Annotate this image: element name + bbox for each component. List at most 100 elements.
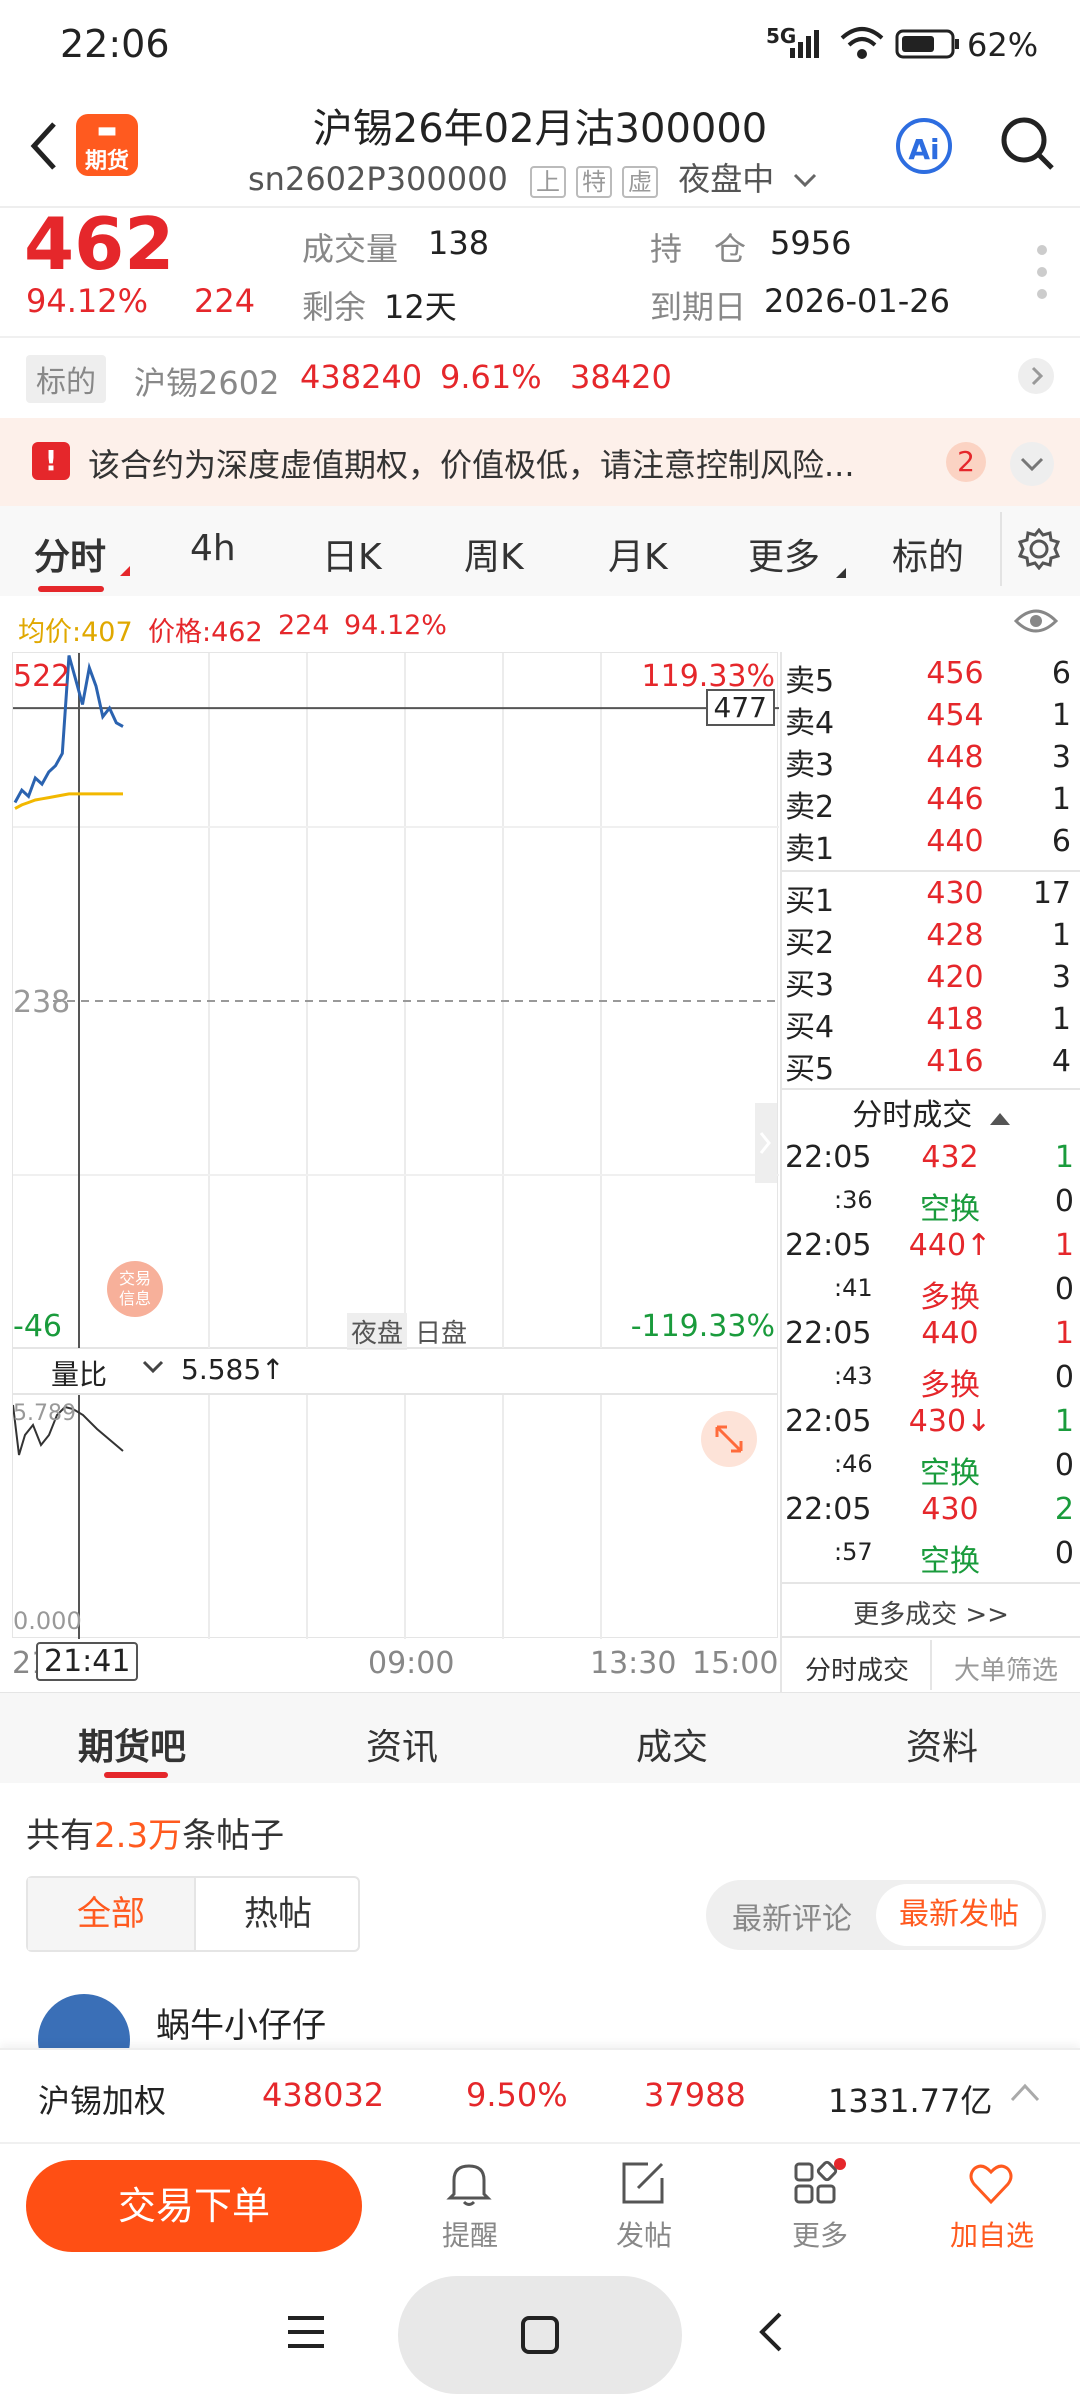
ask-row[interactable]: 卖1 440 6 (785, 824, 1075, 867)
trade-qty: 1 (1054, 1228, 1074, 1263)
trades-header[interactable]: 分时成交 (782, 1090, 1080, 1136)
nav-watchlist-label[interactable]: 加自选 (932, 2214, 1052, 2254)
caret-up-icon (989, 1113, 1010, 1125)
session-day-label: 日盘 (415, 1319, 468, 1349)
tab-info[interactable]: 资料 (906, 1718, 978, 1770)
bid-qty: 1 (1051, 918, 1071, 953)
chevron-down-icon (141, 1357, 165, 1381)
tab-deals[interactable]: 成交 (636, 1718, 708, 1770)
ask-row[interactable]: 卖3 448 3 (785, 740, 1075, 783)
tab-4h[interactable]: 4h (190, 528, 236, 569)
trade-order-button[interactable]: 交易下单 (26, 2160, 362, 2252)
tab-daily[interactable]: 日K (322, 528, 382, 580)
tag-special: 特 (576, 166, 613, 198)
index-change: 37988 (644, 2076, 746, 2114)
avg-price-line (14, 792, 123, 810)
trade-seconds: :57 (834, 1538, 873, 1566)
tab-monthly[interactable]: 月K (608, 528, 668, 580)
menu-icon[interactable] (286, 2314, 326, 2354)
ask-qty: 6 (1051, 824, 1071, 859)
bid-price: 416 (926, 1044, 984, 1079)
index-price: 438032 (262, 2076, 385, 2114)
warning-text: 该合约为深度虚值期权，价值极低，请注意控制风险... (88, 446, 855, 484)
post-username[interactable]: 蜗牛小仔仔 (156, 1998, 326, 2047)
index-bar[interactable]: 沪锡加权 438032 9.50% 37988 1331.77亿 (0, 2048, 1080, 2144)
grid-more-icon[interactable] (792, 2158, 846, 2212)
post-count-prefix: 共有 (26, 1816, 94, 1856)
expiry-value: 2026-01-26 (764, 282, 950, 320)
eye-icon[interactable] (1013, 606, 1059, 643)
trade-qty: 2 (1054, 1492, 1074, 1527)
home-button[interactable] (398, 2276, 682, 2394)
price-chart[interactable]: 522 238 -46 119.33% -119.33% 477 夜盘 日盘 交… (12, 652, 779, 1350)
more-vertical-icon[interactable] (1036, 244, 1048, 304)
ask-row[interactable]: 卖5 456 6 (785, 656, 1075, 699)
volume-ratio-chart[interactable]: 5.789 0.000 (12, 1394, 778, 1639)
filter-hot[interactable]: 热帖 (196, 1878, 360, 1950)
bid-row[interactable]: 买3 420 3 (785, 960, 1075, 1003)
chevron-down-icon[interactable] (1010, 442, 1054, 486)
session-status: 夜盘中 (678, 160, 775, 198)
divider (782, 1582, 1080, 1584)
tab-news[interactable]: 资讯 (366, 1718, 438, 1770)
ask-label: 卖3 (785, 748, 835, 783)
tab-big-orders[interactable]: 大单筛选 (932, 1650, 1080, 1687)
tab-forum[interactable]: 期货吧 (78, 1718, 186, 1770)
nav-more-label[interactable]: 更多 (760, 2214, 880, 2254)
ask-label: 卖1 (785, 832, 835, 867)
tab-weekly[interactable]: 周K (464, 528, 524, 580)
sort-latest-post[interactable]: 最新发帖 (876, 1884, 1042, 1946)
tab-intraday[interactable]: 分时 (34, 528, 106, 580)
bid-row[interactable]: 买2 428 1 (785, 918, 1075, 961)
nav-post-label[interactable]: 发帖 (584, 2214, 704, 2254)
trade-price: 440 (921, 1316, 979, 1351)
divider (782, 1636, 1080, 1638)
heart-icon[interactable] (966, 2158, 1016, 2212)
expiry-label: 到期日 (650, 288, 747, 326)
settings-gear-icon[interactable] (1017, 527, 1061, 574)
x-label-1500: 15:00 (692, 1646, 779, 1681)
risk-warning-banner[interactable]: ! 该合约为深度虚值期权，价值极低，请注意控制风险... 2 (0, 418, 1080, 506)
more-trades-link[interactable]: 更多成交 >> (782, 1594, 1080, 1631)
tab-underlying[interactable]: 标的 (892, 528, 964, 580)
tab-more[interactable]: 更多 (748, 528, 820, 580)
sort-latest-comment[interactable]: 最新评论 (732, 1894, 852, 1938)
bid-row[interactable]: 买4 418 1 (785, 1002, 1075, 1045)
back-nav-icon[interactable] (756, 2310, 786, 2358)
ask-row[interactable]: 卖2 446 1 (785, 782, 1075, 825)
page-title: 沪锡26年02月沽300000 (312, 106, 768, 152)
post-filter: 全部 热帖 (26, 1876, 360, 1952)
bell-icon[interactable] (444, 2158, 494, 2212)
battery-icon (895, 28, 961, 64)
side-panel-handle[interactable] (755, 1103, 777, 1183)
bid-row[interactable]: 买1 430 17 (785, 876, 1075, 919)
ask-label: 卖4 (785, 706, 835, 741)
trade-time: 22:05 (785, 1228, 872, 1263)
session-night-label: 夜盘 (347, 1313, 408, 1350)
indicator-select[interactable]: 量比 (51, 1353, 107, 1393)
search-icon[interactable] (998, 114, 1058, 178)
ask-row[interactable]: 卖4 454 1 (785, 698, 1075, 741)
post-count-suffix: 条帖子 (182, 1816, 285, 1856)
underlying-row[interactable]: 标的 沪锡2602 438240 9.61% 38420 (0, 340, 1080, 414)
chevron-up-icon[interactable] (1008, 2080, 1042, 2108)
subtitle-row[interactable]: sn2602P300000 上特虚 夜盘中 (248, 154, 848, 200)
remaining-label: 剩余 (302, 288, 367, 326)
filter-all[interactable]: 全部 (28, 1878, 194, 1950)
bid-row[interactable]: 买5 416 4 (785, 1044, 1075, 1087)
bid-label: 买5 (785, 1052, 835, 1087)
expand-icon[interactable] (701, 1411, 757, 1467)
nav-alert-label[interactable]: 提醒 (410, 2214, 530, 2254)
quote-summary: 462 94.12% 224 成交量 138 剩余 12天 持 仓 5956 到… (0, 202, 1080, 336)
trade-info-badge[interactable]: 交易 信息 (107, 1261, 163, 1317)
edit-icon[interactable] (618, 2158, 668, 2212)
tab-trades[interactable]: 分时成交 (782, 1650, 932, 1687)
trade-action: 多换 (920, 1280, 980, 1315)
battery-level: 62% (967, 26, 1039, 64)
trade-seconds: :43 (834, 1362, 873, 1390)
indicator-selector-row[interactable]: 量比 5.585↑ (12, 1348, 778, 1394)
back-icon[interactable] (24, 116, 64, 180)
ask-price: 446 (926, 782, 984, 817)
ai-icon[interactable]: Ai (896, 118, 952, 174)
underlying-pct: 9.61% (440, 358, 542, 396)
